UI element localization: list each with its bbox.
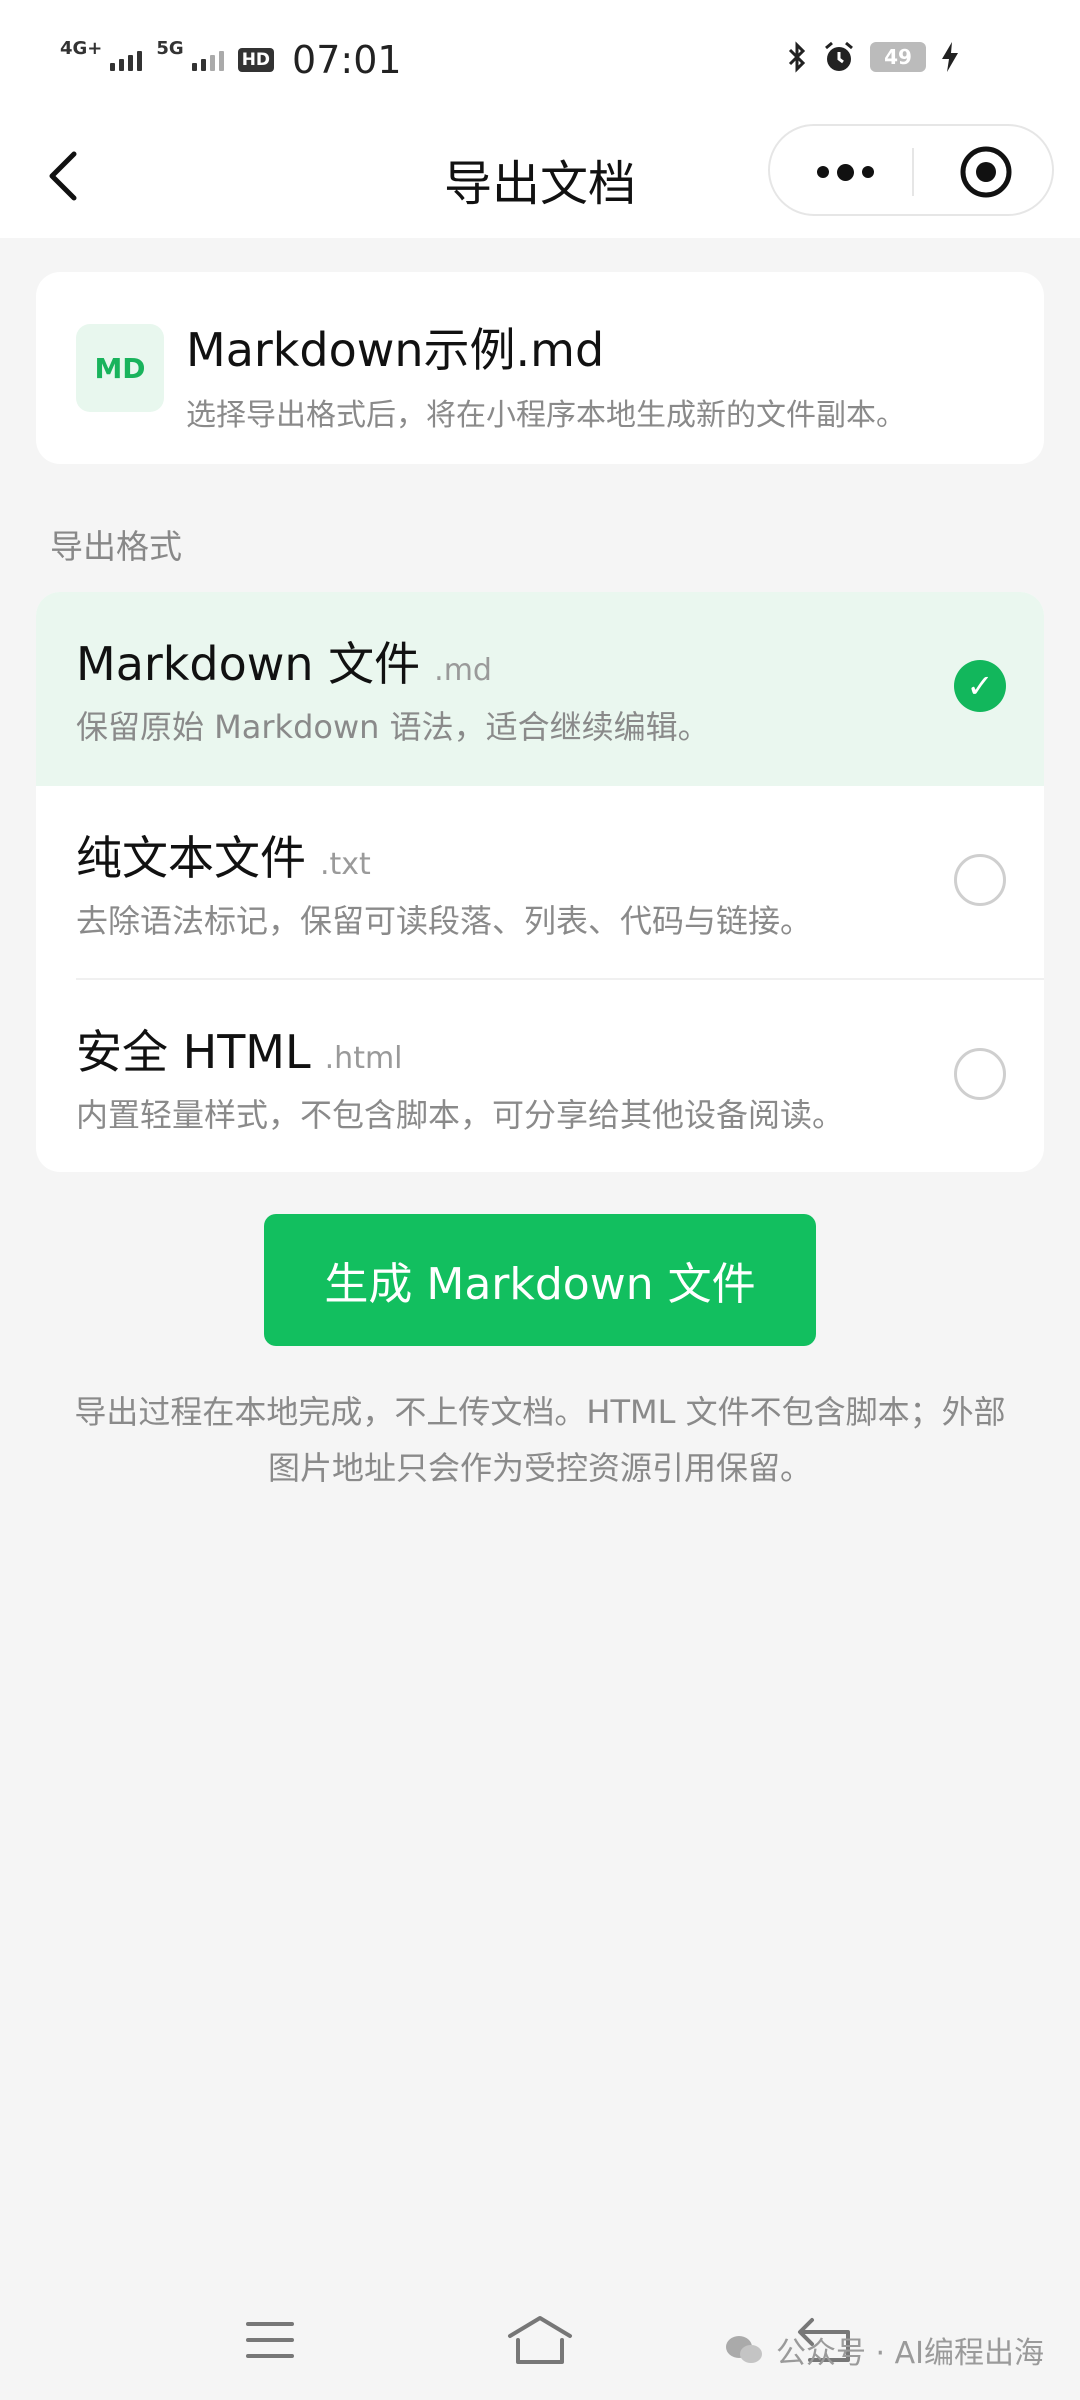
- option-description: 去除语法标记，保留可读段落、列表、代码与链接。: [76, 902, 813, 940]
- signal-4g-icon: 4G+: [60, 38, 143, 71]
- watermark-text: 公众号 · AI编程出海: [776, 2336, 1044, 2371]
- file-name: Markdown示例.md: [186, 323, 605, 377]
- network-type-1: 4G+: [60, 37, 103, 59]
- file-description: 选择导出格式后，将在小程序本地生成新的文件副本。: [186, 398, 906, 433]
- option-title: 纯文本文件 .txt: [76, 822, 371, 888]
- bluetooth-icon: [788, 41, 806, 73]
- option-extension: .html: [324, 1041, 403, 1076]
- status-right: 49: [786, 40, 960, 74]
- close-miniprogram-button[interactable]: [958, 144, 1014, 200]
- export-note-line-1: 导出过程在本地完成，不上传文档。HTML 文件不包含脚本；外部: [74, 1393, 1006, 1431]
- option-title-text: 纯文本文件: [76, 831, 306, 885]
- option-markdown[interactable]: Markdown 文件 .md 保留原始 Markdown 语法，适合继续编辑。 …: [36, 592, 1044, 786]
- wechat-icon: [726, 2336, 763, 2363]
- status-bar: 4G+ 5G HD 07:01 49: [0, 0, 1080, 120]
- export-note-line-2: 图片地址只会作为受控资源引用保留。: [267, 1449, 812, 1487]
- watermark: 公众号 · AI编程出海: [724, 2328, 1044, 2372]
- export-format-label: 导出格式: [50, 527, 182, 566]
- network-type-2: 5G: [156, 37, 184, 59]
- file-info-card: MD Markdown示例.md 选择导出格式后，将在小程序本地生成新的文件副本…: [36, 272, 1044, 464]
- option-title-text: Markdown 文件: [76, 637, 421, 691]
- option-extension: .txt: [320, 847, 371, 882]
- charging-icon: [942, 42, 958, 72]
- miniprogram-capsule: [768, 124, 1054, 216]
- status-left: 4G+ 5G HD 07:01: [60, 38, 402, 83]
- target-close-icon: [960, 146, 1012, 198]
- more-button[interactable]: [800, 144, 890, 200]
- option-title: Markdown 文件 .md: [76, 628, 492, 694]
- nav-bar: 导出文档: [0, 120, 1080, 238]
- option-description: 内置轻量样式，不包含脚本，可分享给其他设备阅读。: [76, 1096, 845, 1134]
- md-file-icon: MD: [76, 324, 164, 412]
- option-description: 保留原始 Markdown 语法，适合继续编辑。: [76, 708, 710, 746]
- clock: 07:01: [292, 38, 402, 82]
- hd-label: HD: [237, 48, 275, 72]
- hd-voice-icon: HD: [237, 48, 275, 72]
- home-icon: [508, 2316, 572, 2364]
- option-title: 安全 HTML .html: [76, 1016, 403, 1082]
- option-extension: .md: [434, 653, 492, 688]
- option-safe-html[interactable]: 安全 HTML .html 内置轻量样式，不包含脚本，可分享给其他设备阅读。: [36, 980, 1044, 1172]
- home-button[interactable]: [504, 2310, 576, 2370]
- radio-checked-icon[interactable]: ✓: [954, 660, 1006, 712]
- generate-file-button[interactable]: 生成 Markdown 文件: [264, 1214, 816, 1346]
- battery-indicator: 49: [870, 42, 926, 72]
- alarm-icon: [825, 41, 853, 71]
- signal-5g-icon: 5G: [156, 38, 224, 71]
- capsule-divider: [912, 148, 914, 196]
- option-title-text: 安全 HTML: [76, 1025, 311, 1079]
- radio-unchecked-icon[interactable]: [954, 854, 1006, 906]
- option-plain-text[interactable]: 纯文本文件 .txt 去除语法标记，保留可读段落、列表、代码与链接。: [36, 786, 1044, 980]
- menu-button[interactable]: [234, 2310, 306, 2370]
- menu-icon: [246, 2322, 294, 2358]
- radio-unchecked-icon[interactable]: [954, 1048, 1006, 1100]
- more-dots-icon: [816, 166, 829, 178]
- screen: 4G+ 5G HD 07:01 49 导出文档 MD Markdown示例.md…: [0, 0, 1080, 2400]
- format-options-list: Markdown 文件 .md 保留原始 Markdown 语法，适合继续编辑。 …: [36, 592, 1044, 1172]
